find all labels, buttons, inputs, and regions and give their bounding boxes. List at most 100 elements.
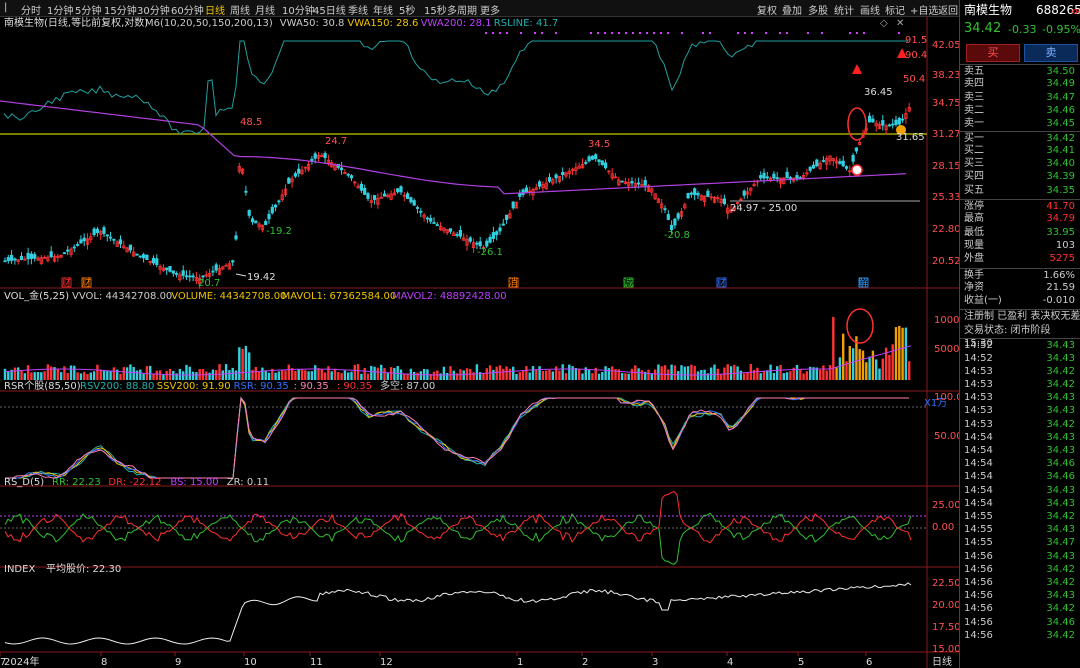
volume-bar: [759, 373, 762, 380]
row-value: 103: [1055, 239, 1075, 251]
toolbar-tool-5[interactable]: 标记: [885, 2, 905, 17]
volume-bar: [746, 372, 749, 380]
sell-button[interactable]: 卖: [1024, 44, 1078, 62]
candle-body: [79, 239, 83, 244]
volume-bar: [901, 327, 904, 380]
period-tab-11[interactable]: 季线: [348, 2, 368, 17]
toolbar-tool-2[interactable]: 多股: [808, 2, 828, 17]
toolbar-pin-icon[interactable]: |: [4, 2, 7, 13]
row-value: 34.42: [1046, 132, 1075, 144]
volume-bar: [545, 370, 548, 380]
volume-bar: [607, 368, 611, 380]
ask-row: 卖四 34.49: [960, 77, 1080, 90]
candle-body: [363, 187, 367, 195]
row-value: 21.59: [1046, 281, 1075, 293]
row-value: 34.45: [1046, 118, 1075, 130]
volume-bar: [624, 373, 627, 380]
period-tab-9[interactable]: 10分钟: [282, 2, 315, 17]
period-tab-6[interactable]: 日线: [205, 2, 225, 17]
rsr-value: RSR: 90.35: [234, 381, 289, 392]
period-tab-5[interactable]: 60分钟: [171, 2, 204, 17]
candle-body: [264, 220, 268, 226]
buy-button[interactable]: 买: [966, 44, 1020, 62]
toolbar-tool-6[interactable]: +自选: [910, 2, 938, 17]
volume-bar: [908, 361, 911, 380]
candle-body: [29, 253, 34, 259]
tick-price: 34.43: [1046, 497, 1075, 509]
stat-row: 最高 34.79: [960, 212, 1080, 225]
candle-body: [686, 192, 690, 199]
tick-price: 34.43: [1046, 445, 1075, 456]
volume-bar: [221, 370, 224, 380]
bid-row: 买五 34.35: [960, 184, 1080, 197]
time-label: 9: [175, 657, 181, 668]
range-label: 24.97 - 25.00: [730, 203, 797, 214]
period-tab-7[interactable]: 周线: [230, 2, 250, 17]
volume-bar: [46, 364, 50, 380]
row-value: 34.50: [1046, 66, 1075, 77]
volume-bar: [871, 350, 875, 380]
period-tab-1[interactable]: 1分钟: [47, 2, 73, 17]
period-tab-13[interactable]: 5秒: [399, 2, 415, 17]
rsd-value: DR: -22.12: [108, 477, 161, 488]
volume-bar: [776, 366, 779, 380]
candle-body: [76, 243, 80, 246]
candle-body: [554, 174, 558, 179]
main-chart-title: 南模生物(日线,等比前复权,对数): [4, 16, 148, 29]
row-label: 外盘: [964, 253, 984, 265]
signal-dot: [765, 32, 767, 34]
candle-body: [409, 197, 413, 203]
candle-body: [231, 260, 235, 263]
toolbar-tool-3[interactable]: 统计: [834, 2, 854, 17]
volume-bar: [360, 373, 363, 380]
tick-row: 14:55 34.42: [960, 510, 1080, 523]
tick-time: 14:52: [964, 340, 993, 352]
period-tab-15[interactable]: 多周期: [447, 2, 477, 17]
row-label: 最低: [964, 226, 984, 238]
period-tab-3[interactable]: 15分钟: [104, 2, 137, 17]
volume-bar: [799, 369, 802, 380]
tick-price: 34.43: [1046, 550, 1075, 562]
period-tab-0[interactable]: 分时: [21, 2, 41, 17]
volume-bar: [630, 368, 634, 380]
volume-bar: [353, 364, 356, 380]
candle-body: [630, 180, 634, 184]
rsd-value: ZR: 0.11: [227, 477, 269, 488]
volume-bar: [528, 372, 531, 380]
tick-row: 14:55 34.47: [960, 536, 1080, 549]
volume-bar: [215, 370, 218, 380]
rsd-value: BS: 15.00: [170, 477, 218, 488]
volume-bar: [851, 348, 855, 380]
period-tab-12[interactable]: 年线: [373, 2, 393, 17]
period-tab-16[interactable]: 更多: [480, 2, 500, 17]
toolbar-tool-1[interactable]: 叠加: [782, 2, 802, 17]
period-tab-2[interactable]: 5分钟: [75, 2, 101, 17]
row-value: 41.70: [1046, 201, 1075, 212]
toolbar-tool-7[interactable]: 返回: [938, 2, 958, 17]
toolbar-tool-4[interactable]: 画线: [860, 2, 880, 17]
vol-value: VOLUME: 44342708.00: [171, 291, 286, 302]
rsr-series: [5, 396, 909, 479]
time-label: 10: [244, 657, 257, 668]
period-tab-4[interactable]: 30分钟: [137, 2, 170, 17]
candle-body: [765, 176, 769, 179]
candle-body: [382, 193, 387, 197]
row-label: 涨停: [964, 201, 984, 212]
kline-chart[interactable]: 48.5 24.7 34.5 -19.2 -26.1 -20.8 19.42 20.7 24.9…: [0, 16, 959, 668]
candle-body: [372, 195, 377, 200]
period-tab-14[interactable]: 15秒: [424, 2, 447, 17]
candle-body: [72, 246, 76, 249]
candle-body: [637, 182, 641, 185]
row-value: 34.41: [1046, 144, 1075, 156]
signal-dot: [751, 32, 753, 34]
tick-row: 14:56 34.42: [960, 563, 1080, 576]
row-label: 买四: [964, 171, 984, 183]
candle-body: [297, 168, 301, 174]
period-tab-8[interactable]: 月线: [255, 2, 275, 17]
toolbar-tool-0[interactable]: 复权: [757, 2, 777, 17]
candle-body: [168, 265, 172, 272]
candle-body: [511, 201, 515, 209]
volume-bar: [20, 370, 23, 380]
period-tab-10[interactable]: 45日线: [313, 2, 346, 17]
volume-bar: [152, 373, 155, 380]
